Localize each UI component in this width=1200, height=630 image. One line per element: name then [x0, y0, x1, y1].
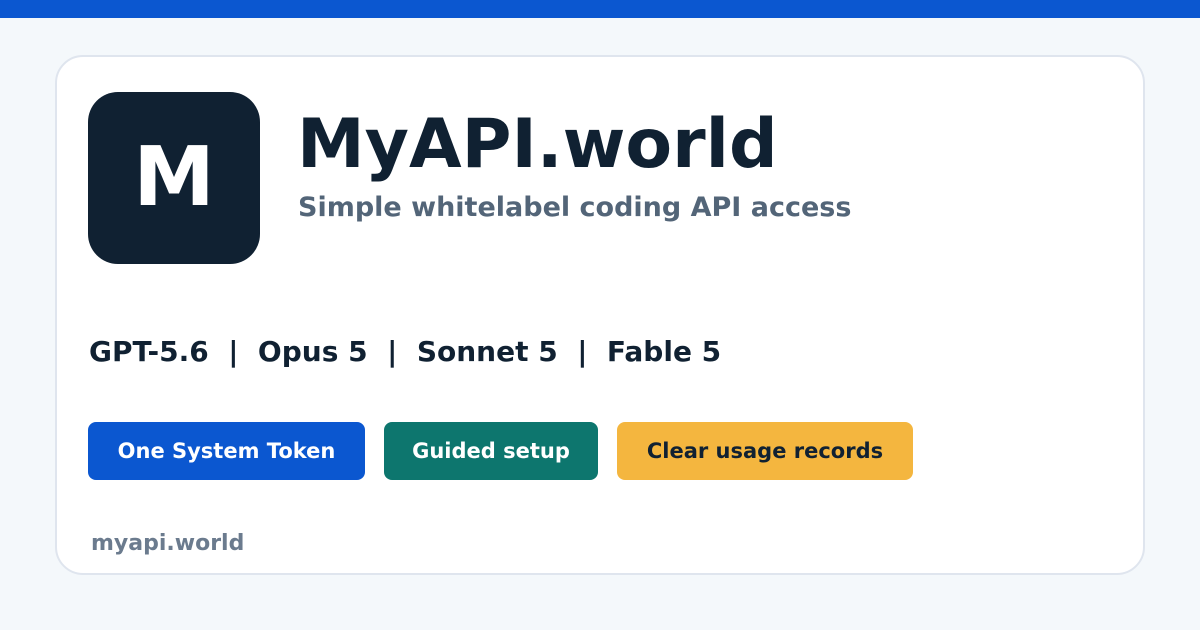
- brand-card: M MyAPI.world Simple whitelabel coding A…: [55, 55, 1145, 575]
- page-subtitle: Simple whitelabel coding API access: [298, 192, 852, 223]
- guided-setup-button[interactable]: Guided setup: [384, 422, 598, 480]
- clear-usage-records-button[interactable]: Clear usage records: [617, 422, 913, 480]
- model-list: GPT-5.6 | Opus 5 | Sonnet 5 | Fable 5: [89, 335, 722, 368]
- site-domain-link[interactable]: myapi.world: [91, 530, 244, 558]
- page-title: MyAPI.world: [297, 105, 778, 184]
- top-accent-bar: [0, 0, 1200, 18]
- logo-letter: M: [133, 130, 215, 225]
- system-token-button[interactable]: One System Token: [88, 422, 365, 480]
- brand-logo: M: [88, 92, 260, 264]
